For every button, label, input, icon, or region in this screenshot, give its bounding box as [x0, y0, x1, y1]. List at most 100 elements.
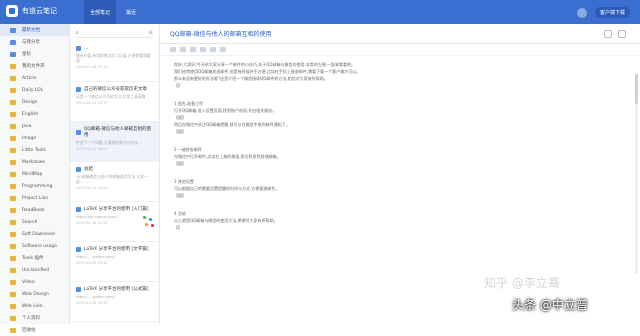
more-icon[interactable]	[618, 30, 626, 38]
note-title-text: 自己的微信公众号获取历史文章	[84, 87, 147, 92]
sidebar-item[interactable]: Search	[0, 216, 69, 228]
sidebar-item[interactable]: Tools 插件	[0, 252, 69, 264]
download-client-button[interactable]: 客户端下载	[594, 7, 630, 18]
folder-icon	[10, 195, 16, 201]
avatar[interactable]	[576, 7, 587, 18]
sidebar-item-label: ReadBook	[22, 207, 45, 213]
sidebar-item[interactable]: 回收站	[0, 324, 69, 336]
search-box[interactable]: ⌕ ≡	[76, 28, 153, 38]
note-title-text: LaTeX 分享平台的使用 [入门篇]	[84, 207, 149, 212]
sidebar-item[interactable]: Programming	[0, 180, 69, 192]
note-date: 2019-05-06 15:10	[76, 65, 108, 69]
sidebar-item[interactable]: Markdown	[0, 156, 69, 168]
tab-recent[interactable]: 最近	[120, 0, 142, 24]
sidebar-item[interactable]: Daily LOL	[0, 84, 69, 96]
list-item[interactable]: … 做有价值,有用的笔记学习记录,方便查看和整理 2019-05-06 15:10	[70, 42, 159, 82]
note-icon	[76, 86, 81, 92]
app-logo[interactable]: 有道云笔记	[6, 5, 57, 17]
underline-icon[interactable]	[190, 47, 196, 52]
sidebar-item[interactable]: Unclassified	[0, 264, 69, 276]
paragraph: 我们经常使用QQ邮箱发送邮件,但是有时候并不方便,比如在手机上接收邮件,需要下载…	[174, 69, 361, 74]
sidebar-item[interactable]: Web Design	[0, 288, 69, 300]
tab-all-notes[interactable]: 全部笔记	[84, 0, 117, 24]
sidebar-item[interactable]: English	[0, 108, 69, 120]
note-body[interactable]: 你好,大家好!今天给大家分享一个邮件的小技巧,关于QQ邮箱与微信的使用,非常的方…	[160, 56, 640, 238]
sidebar-item-label: 与我分享	[22, 40, 40, 45]
sidebar-item[interactable]: Article	[0, 72, 69, 84]
sidebar-item-label: Unclassified	[22, 267, 50, 273]
link-icon[interactable]	[210, 47, 216, 52]
folder-icon	[10, 231, 16, 237]
folder-icon	[10, 279, 16, 285]
editor-header: QQ邮箱-微信与他人的邮箱互相的使用	[160, 24, 640, 44]
list-item[interactable]: LaTeX 分享平台的使用 [公式篇] http://... weibo.com/…	[70, 282, 159, 322]
note-icon	[76, 129, 81, 135]
sidebar-item[interactable]: Design	[0, 96, 69, 108]
sidebar-item[interactable]: 与我分享	[0, 36, 69, 48]
sidebar-item-label: Design	[22, 99, 38, 105]
note-item-title: …	[76, 46, 153, 51]
note-title-text: LaTeX 分享平台的使用 [公式篇]	[84, 287, 149, 292]
sidebar-item[interactable]: Java	[0, 120, 69, 132]
share-icon[interactable]	[604, 30, 612, 38]
sidebar-item[interactable]: 我的文件夹	[0, 60, 69, 72]
note-list: ⌕ ≡ … 做有价值,有用的笔记学习记录,方便查看和整理 2019-05-06 15…	[70, 24, 160, 324]
sidebar-item[interactable]: Video	[0, 276, 69, 288]
folder-icon	[10, 159, 16, 165]
folder-icon	[10, 219, 16, 225]
italic-icon[interactable]	[180, 47, 186, 52]
star-icon	[10, 51, 16, 57]
note-item-title: LaTeX 分享平台的使用 [文字篇]	[76, 246, 153, 252]
trash-icon	[10, 327, 16, 333]
sidebar-item-label: Markdown	[22, 159, 46, 165]
list-item[interactable]: LaTeX 分享平台的使用 [入门篇] http://nlp.sogou.com/…	[70, 202, 159, 242]
folder-icon	[10, 303, 16, 309]
note-snippet: 在这个一个问题,大家想到有什么办法...	[76, 140, 142, 145]
sidebar-item-label: Search	[22, 219, 38, 225]
note-item-title: 自己的微信公众号获取历史文章	[76, 86, 153, 92]
format-toolbar	[160, 44, 640, 56]
list-item[interactable]: 总结 QQ邮箱微信与他人的邮箱使用方法,大家一起... 2019-04-12 10:…	[70, 162, 159, 202]
image-icon[interactable]	[220, 47, 226, 52]
note-icon	[76, 46, 81, 51]
sidebar-item[interactable]: 最新文档	[0, 24, 69, 36]
note-title[interactable]: QQ邮箱-微信与他人的邮箱互相的使用	[170, 29, 272, 38]
search-icon[interactable]: ⌕	[76, 30, 79, 36]
note-title-text: LaTeX 分享平台的使用 [文字篇]	[84, 247, 149, 252]
sidebar-item[interactable]: Web Lien	[0, 300, 69, 312]
scroll-thumb[interactable]	[635, 74, 638, 104]
list-item[interactable]: LaTeX 分享平台的使用 [文字篇] http://... weibo.com/…	[70, 242, 159, 282]
sidebar-item-label: 回收站	[22, 328, 36, 333]
note-snippet: 这是一个微信公众号的方法,利用工具获取...	[76, 94, 150, 99]
scrollbar[interactable]	[635, 74, 638, 274]
folder-icon	[10, 171, 16, 177]
sidebar-item[interactable]: ReadBook	[0, 204, 69, 216]
sidebar-item[interactable]: Image	[0, 132, 69, 144]
folder-icon	[10, 183, 16, 189]
list-item[interactable]: 自己的微信公众号获取历史文章 这是一个微信公众号的方法,利用工具获取... 2019…	[70, 82, 159, 122]
sidebar-item[interactable]: 星标	[0, 48, 69, 60]
sidebar-item-label: Image	[22, 135, 37, 141]
note-date: 2019-04-23 15:37	[76, 101, 108, 105]
sidebar-item[interactable]: Software usage	[0, 240, 69, 252]
bold-icon[interactable]	[170, 47, 176, 52]
note-item-title: 总结	[76, 166, 153, 172]
paragraph: 【图】	[174, 161, 186, 166]
folder-icon	[10, 315, 16, 321]
folder-icon	[10, 147, 16, 153]
sidebar-item-label: Web Lien	[22, 303, 43, 309]
sidebar-item-label: Daily LOL	[22, 87, 44, 93]
sidebar-item[interactable]: Project Lion	[0, 192, 69, 204]
sort-icon[interactable]: ≡	[148, 29, 153, 36]
sidebar-item-label: 我的文件夹	[22, 64, 45, 69]
sidebar-item[interactable]: 个人资料	[0, 312, 69, 324]
sidebar-item[interactable]: Soft Download	[0, 228, 69, 240]
folder-icon	[10, 99, 16, 105]
sidebar-item[interactable]: MindMap	[0, 168, 69, 180]
app-title: 有道云笔记	[22, 7, 57, 15]
paragraph: 3 其他设置	[174, 179, 194, 184]
sidebar-item[interactable]: Little Tools	[0, 144, 69, 156]
list-icon[interactable]	[200, 47, 206, 52]
list-item[interactable]: QQ邮箱-微信与他人邮箱互相的使用 在这个一个问题,大家想到有什么办法... 201…	[70, 122, 159, 162]
